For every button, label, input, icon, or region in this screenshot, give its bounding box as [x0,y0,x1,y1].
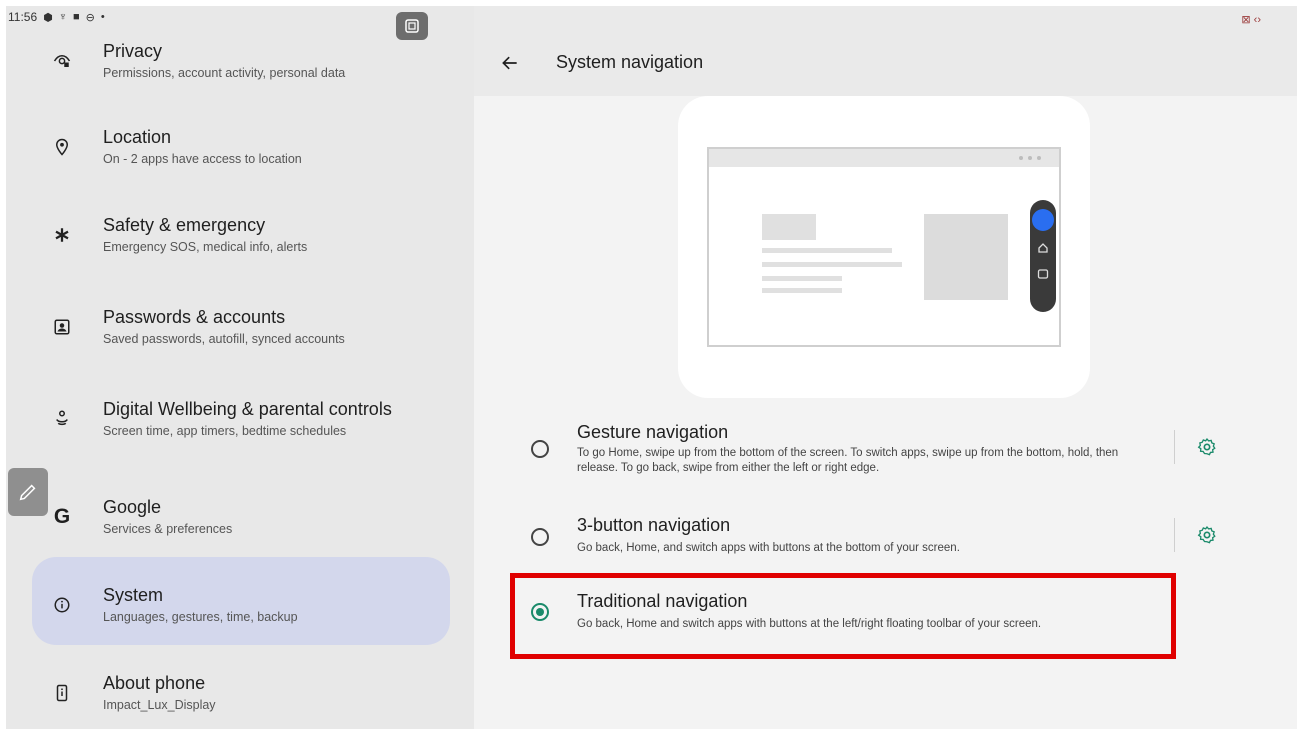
gear-icon [1197,526,1216,544]
navigation-illustration [678,96,1090,398]
sidebar-item-privacy[interactable]: Privacy Permissions, account activity, p… [6,36,474,86]
info-icon [50,593,74,617]
asterisk-icon [50,223,74,247]
system-navigation-pane: ⊠ ‹› System navigation Gesture navigatio… [474,6,1297,729]
sidebar-item-subtitle: Emergency SOS, medical info, alerts [103,240,308,254]
page-title: System navigation [556,52,704,72]
annotation-highlight-box [510,573,1176,659]
3-button-settings-button[interactable] [1196,524,1218,546]
sidebar-item-subtitle: Screen time, app timers, bedtime schedul… [103,424,347,438]
sidebar-item-title: Google [103,497,162,517]
google-g-icon: G [53,505,71,528]
status-time: 11:56 [8,10,38,24]
sidebar-item-location[interactable]: Location On - 2 apps have access to loca… [6,122,474,172]
account-box-icon [50,315,74,339]
sidebar-item-title: Safety & emergency [103,215,266,235]
sidebar-item-title: System [103,585,164,605]
dot-icon: • [100,11,105,23]
option-divider [1174,430,1175,464]
sidebar-item-subtitle: Languages, gestures, time, backup [103,610,298,624]
option-subtitle: Go back, Home, and switch apps with butt… [577,542,960,554]
pencil-icon [19,484,36,501]
sidebar-item-title: Digital Wellbeing & parental controls [103,399,392,419]
wellbeing-icon [50,406,74,430]
sidebar-item-subtitle: On - 2 apps have access to location [103,152,302,166]
header-bar [474,6,1297,96]
option-subtitle: To go Home, swipe up from the bottom of … [577,447,1119,474]
sidebar-item-passwords-accounts[interactable]: Passwords & accounts Saved passwords, au… [6,302,474,352]
back-arrow-icon [502,56,517,70]
sidebar-item-digital-wellbeing[interactable]: Digital Wellbeing & parental controls Sc… [6,384,474,454]
option-title: Gesture navigation [577,422,729,442]
sidebar-item-title: Privacy [103,41,163,61]
sidebar-item-subtitle: Impact_Lux_Display [103,698,216,712]
sidebar-item-title: About phone [103,673,206,693]
screenshot-icon [405,19,419,33]
status-right-icons: ⊠ ‹› [1241,14,1261,26]
option-divider [1174,518,1175,552]
sidebar-item-about-phone[interactable]: About phone Impact_Lux_Display [6,668,474,718]
settings-sidebar: 11:56 ⬢ ♆ ■ ⊖ • Privacy Permissions, acc… [6,6,474,729]
shield-icon: ⬢ [43,11,53,24]
gesture-settings-button[interactable] [1196,436,1218,458]
floating-edit-handle[interactable] [8,468,48,516]
sidebar-item-google[interactable]: G Google Services & preferences [6,492,474,542]
option-gesture-navigation[interactable]: Gesture navigation To go Home, swipe up … [474,416,1297,486]
sidebar-item-safety[interactable]: Safety & emergency Emergency SOS, medica… [6,210,474,260]
sidebar-item-subtitle: Permissions, account activity, personal … [103,66,346,80]
sidebar-item-title: Passwords & accounts [103,307,286,327]
sidebar-item-title: Location [103,127,172,147]
usb-icon: ♆ [58,11,67,23]
gear-icon [1197,438,1216,456]
option-3-button-navigation[interactable]: 3-button navigation Go back, Home, and s… [474,506,1297,566]
floating-toolbar-illustration [707,147,1061,347]
back-button[interactable] [498,51,522,75]
radio-gesture-navigation[interactable] [531,440,549,458]
sidebar-item-system[interactable]: System Languages, gestures, time, backup [6,580,474,630]
sidebar-item-subtitle: Saved passwords, autofill, synced accoun… [103,332,345,346]
option-title: 3-button navigation [577,515,731,535]
radio-3-button-navigation[interactable] [531,528,549,546]
location-pin-icon [50,135,74,159]
phone-icon [50,681,74,705]
square-icon: ■ [73,11,80,23]
sidebar-item-subtitle: Services & preferences [103,522,233,536]
privacy-eye-icon [50,49,74,73]
globe-icon: ⊖ [85,11,95,24]
